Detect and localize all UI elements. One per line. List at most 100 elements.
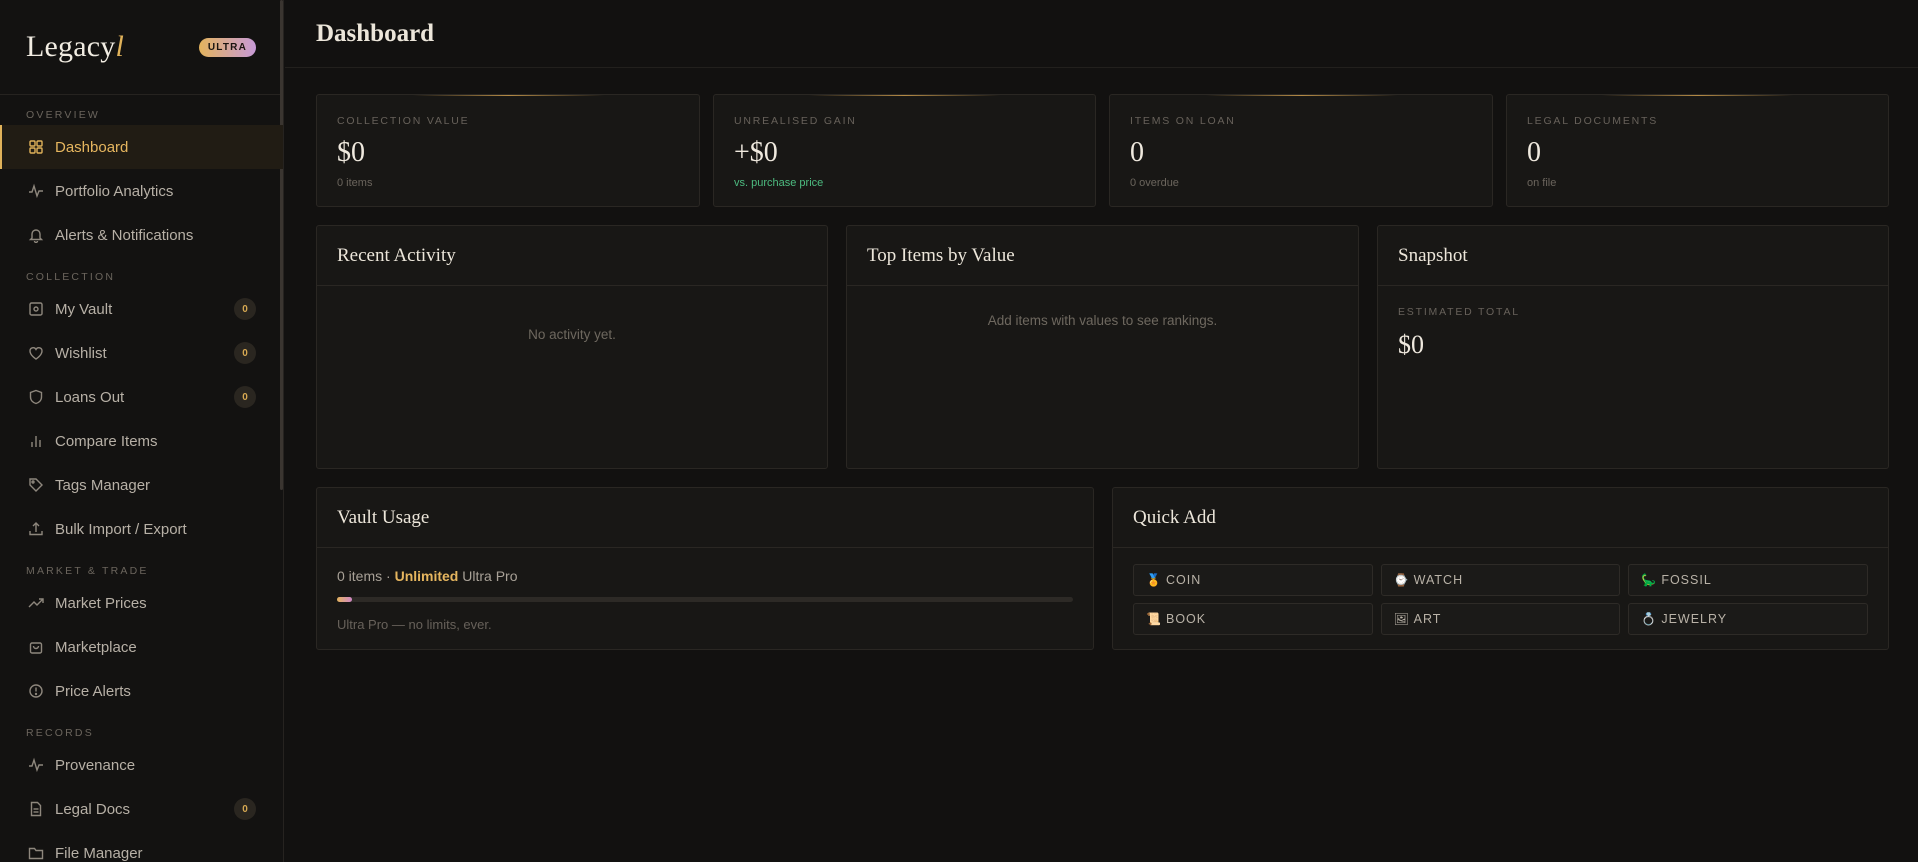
app-logo[interactable]: Legacyl [26,30,124,64]
usage-plan: Ultra Pro [462,568,518,584]
quick-add-label: FOSSIL [1661,573,1712,587]
sidebar-item-label: Legal Docs [55,800,131,818]
watch-icon: ⌚ [1393,573,1410,587]
sidebar-item-market-prices[interactable]: Market Prices [0,581,283,625]
sidebar-item-label: Portfolio Analytics [55,182,174,200]
sidebar-item-marketplace[interactable]: Marketplace [0,625,283,669]
stat-card-legal-documents: LEGAL DOCUMENTS 0 on file [1506,94,1889,207]
usage-separator: · [386,568,391,584]
stat-card-items-on-loan: ITEMS ON LOAN 0 0 overdue [1109,94,1493,207]
usage-note: Ultra Pro — no limits, ever. [337,617,492,632]
sidebar-item-alerts[interactable]: Alerts & Notifications [0,213,283,257]
sidebar: Legacyl ULTRA OVERVIEW Dashboard Portfol… [0,0,284,862]
page-title: Dashboard [316,19,435,47]
usage-limit: Unlimited [394,568,459,584]
sidebar-item-label: Wishlist [55,344,107,362]
sidebar-item-label: Market Prices [55,594,147,612]
shopping-bag-icon [29,642,43,654]
sidebar-item-tags-manager[interactable]: Tags Manager [0,463,283,507]
panel-title: Vault Usage [317,488,1093,548]
count-badge: 0 [234,342,256,364]
vault-usage-panel: Vault Usage 0 items · Unlimited Ultra Pr… [316,487,1094,650]
quick-add-watch-button[interactable]: ⌚ WATCH [1380,564,1621,596]
count-badge: 0 [234,798,256,820]
panel-title: Snapshot [1378,226,1888,286]
stat-subtext: on file [1527,177,1557,189]
quick-add-label: BOOK [1166,612,1207,626]
sidebar-item-label: Loans Out [55,388,125,406]
document-icon [30,801,42,817]
section-label-records: RECORDS [26,727,94,739]
folder-icon [28,847,44,860]
quick-add-fossil-button[interactable]: 🦕 FOSSIL [1628,564,1868,596]
sidebar-item-loans-out[interactable]: Loans Out 0 [0,375,283,419]
count-badge: 0 [234,386,256,408]
section-label-overview: OVERVIEW [26,109,101,121]
stat-value: $0 [337,137,365,168]
sidebar-item-portfolio-analytics[interactable]: Portfolio Analytics [0,169,283,213]
bar-chart-icon [31,436,41,447]
stat-label: ITEMS ON LOAN [1130,115,1236,127]
count-badge: 0 [234,298,256,320]
art-icon: 🖼 [1393,612,1410,626]
stat-card-unrealised-gain: UNREALISED GAIN +$0 vs. purchase price [713,94,1096,207]
sidebar-item-label: My Vault [55,300,113,318]
sidebar-item-label: Alerts & Notifications [55,226,194,244]
empty-state-text: Add items with values to see rankings. [987,313,1218,328]
section-label-market-trade: MARKET & TRADE [26,565,149,577]
sidebar-item-my-vault[interactable]: My Vault 0 [0,287,283,331]
upload-icon [29,522,43,536]
heart-icon [29,347,43,360]
sidebar-item-label: Provenance [55,756,136,774]
empty-state-text: No activity yet. [528,327,616,342]
quick-add-coin-button[interactable]: 🏅 COIN [1133,564,1373,596]
usage-summary: 0 items · Unlimited Ultra Pro [317,548,1093,584]
quick-add-label: COIN [1166,573,1202,587]
sidebar-item-compare-items[interactable]: Compare Items [0,419,283,463]
quick-add-book-button[interactable]: 📜 BOOK [1133,603,1373,635]
section-label-collection: COLLECTION [26,271,116,283]
stat-subtext: vs. purchase price [734,177,824,189]
shield-icon [29,389,43,405]
tier-badge: ULTRA [198,37,256,57]
vault-icon [29,302,43,316]
quick-add-label: JEWELRY [1661,612,1728,626]
book-icon: 📜 [1146,612,1162,626]
stat-label: UNREALISED GAIN [734,115,857,127]
sidebar-item-bulk-import-export[interactable]: Bulk Import / Export [0,507,283,551]
stat-value: +$0 [734,137,778,168]
sidebar-item-label: Tags Manager [55,476,151,494]
sidebar-item-label: Compare Items [55,432,158,450]
panel-title: Top Items by Value [847,226,1358,286]
snapshot-label: ESTIMATED TOTAL [1398,306,1520,318]
stat-value: 0 [1527,137,1541,168]
sidebar-item-wishlist[interactable]: Wishlist 0 [0,331,283,375]
grid-icon [29,140,43,154]
quick-add-grid: 🏅 COIN ⌚ WATCH 🦕 FOSSIL 📜 BOOK 🖼 ART 💍 J… [1113,548,1888,635]
quick-add-panel: Quick Add 🏅 COIN ⌚ WATCH 🦕 FOSSIL 📜 BOOK… [1112,487,1889,650]
quick-add-label: WATCH [1413,573,1464,587]
stat-subtext: 0 overdue [1130,177,1179,189]
panel-title: Recent Activity [317,226,827,286]
usage-progress-bar [337,597,1073,602]
snapshot-value: $0 [1398,330,1424,359]
sidebar-item-legal-docs[interactable]: Legal Docs 0 [0,787,283,831]
trending-up-icon [28,598,44,608]
top-bar: Dashboard [285,0,1918,68]
quick-add-jewelry-button[interactable]: 💍 JEWELRY [1628,603,1868,635]
tag-icon [29,478,43,492]
sidebar-item-file-manager[interactable]: File Manager [0,831,283,862]
stat-label: LEGAL DOCUMENTS [1527,115,1659,127]
sidebar-item-provenance[interactable]: Provenance [0,743,283,787]
alert-circle-icon [29,684,43,698]
usage-count: 0 items [337,568,383,584]
sidebar-item-label: Bulk Import / Export [55,520,187,538]
usage-progress-fill [337,597,352,602]
sidebar-item-price-alerts[interactable]: Price Alerts [0,669,283,713]
sidebar-item-label: File Manager [55,844,143,862]
sidebar-item-label: Price Alerts [55,682,131,700]
sidebar-item-dashboard[interactable]: Dashboard [0,125,283,169]
coin-icon: 🏅 [1146,573,1162,587]
stat-value: 0 [1130,137,1144,168]
quick-add-art-button[interactable]: 🖼 ART [1380,603,1621,635]
